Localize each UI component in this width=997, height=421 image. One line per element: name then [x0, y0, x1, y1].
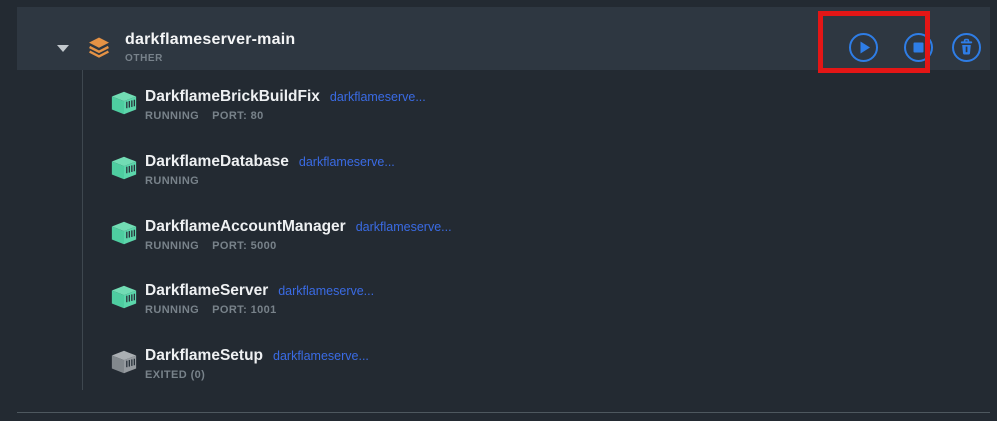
- container-link[interactable]: darkflameserve...: [299, 155, 395, 169]
- container-link[interactable]: darkflameserve...: [278, 284, 374, 298]
- stack-details-panel: darkflameserver-main OTHER: [0, 0, 997, 421]
- container-cube-icon: [109, 219, 139, 252]
- play-icon: [851, 35, 876, 60]
- trash-icon: [954, 35, 979, 60]
- stop-icon: [906, 35, 931, 60]
- container-row: DarkflameDatabase darkflameserve... RUNNI…: [109, 152, 395, 187]
- container-link[interactable]: darkflameserve...: [356, 220, 452, 234]
- container-name: DarkflameBrickBuildFix: [145, 88, 320, 105]
- start-stack-button[interactable]: [849, 33, 878, 62]
- stack-header[interactable]: darkflameserver-main OTHER: [17, 7, 990, 70]
- container-name: DarkflameAccountManager: [145, 218, 346, 235]
- container-status: RUNNING: [145, 175, 199, 187]
- container-cube-icon: [109, 283, 139, 316]
- container-cube-icon: [109, 89, 139, 122]
- container-link[interactable]: darkflameserve...: [330, 90, 426, 104]
- container-row: DarkflameBrickBuildFixdarkflameserve... …: [109, 87, 426, 122]
- container-port: PORT: 5000: [212, 240, 277, 252]
- container-row: DarkflameServer darkflameserve... RUNNING…: [109, 281, 374, 316]
- container-status: RUNNING: [145, 240, 199, 252]
- container-cube-icon: [109, 348, 139, 381]
- divider: [17, 412, 990, 413]
- container-name: DarkflameDatabase: [145, 153, 289, 170]
- container-row: DarkflameAccountManager darkflameserve...…: [109, 217, 452, 252]
- stack-type-label: OTHER: [125, 53, 163, 64]
- container-cube-icon: [109, 154, 139, 187]
- container-status: EXITED (0): [145, 369, 205, 381]
- container-name: DarkflameSetup: [145, 347, 263, 364]
- tree-guide-line: [82, 70, 83, 390]
- container-status: RUNNING: [145, 304, 199, 316]
- container-row: DarkflameSetup darkflameserve... EXITED (…: [109, 346, 369, 381]
- container-port: PORT: 1001: [212, 304, 277, 316]
- container-status: RUNNING: [145, 110, 199, 122]
- stack-name: darkflameserver-main: [125, 31, 295, 49]
- stop-stack-button[interactable]: [904, 33, 933, 62]
- container-link[interactable]: darkflameserve...: [273, 349, 369, 363]
- container-port: PORT: 80: [212, 110, 264, 122]
- chevron-down-icon[interactable]: [57, 45, 69, 52]
- layers-icon: [87, 35, 111, 65]
- container-name: DarkflameServer: [145, 282, 268, 299]
- delete-stack-button[interactable]: [952, 33, 981, 62]
